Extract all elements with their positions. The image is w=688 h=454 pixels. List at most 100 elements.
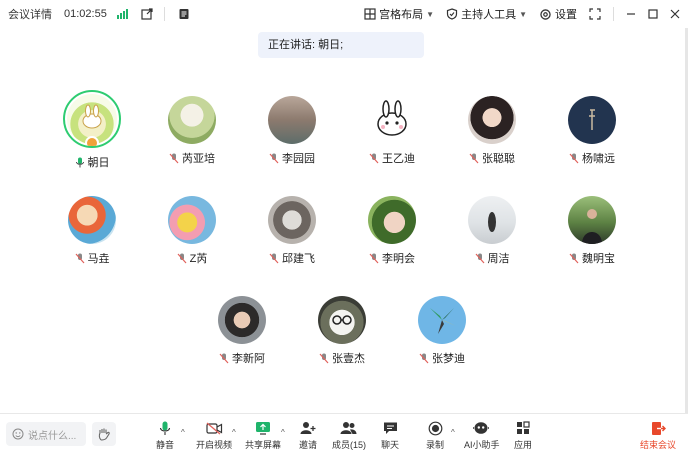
invite-button[interactable]: 邀请 [296,420,320,451]
avatar [268,96,316,144]
mute-label: 静音 [155,440,174,450]
fullscreen-icon[interactable] [589,8,601,20]
apps-button[interactable]: 应用 [512,420,534,451]
avatar [368,196,416,244]
mute-button[interactable]: 静音 [152,420,178,451]
avatar [318,296,366,344]
share-screen-icon [256,422,270,435]
share-link-icon[interactable] [140,7,154,21]
signal-icon[interactable] [116,9,128,19]
participant-tile[interactable]: 李明会 [342,196,442,266]
participant-name: 马垚 [87,253,110,265]
members-button[interactable]: 成员(15) [332,420,366,451]
avatar [168,196,216,244]
participant-tile[interactable]: 芮亚培 [142,96,242,166]
mic-muted-icon [569,253,579,263]
mic-muted-icon [269,153,279,163]
participant-name: 王乙迪 [382,153,415,165]
participant-name: 朝日 [87,157,110,169]
ai-assistant-icon [473,422,489,434]
participant-tile[interactable]: 张梦迪 [392,296,492,366]
mic-muted-icon [569,153,579,163]
participant-tile[interactable]: 张聪聪 [442,96,542,166]
participant-name: 芮亚培 [182,153,215,165]
host-tools-menu[interactable]: 主持人工具 ▼ [446,6,527,22]
invite-label: 邀请 [298,440,317,450]
avatar [218,296,266,344]
close-icon[interactable] [670,9,680,19]
participant-tile[interactable]: 魏明宝 [542,196,642,266]
participant-tile[interactable]: 马垚 [42,196,142,266]
mic-muted-icon [369,153,379,163]
notes-icon[interactable] [177,7,191,21]
add-user-icon [300,422,316,434]
chevron-up-icon[interactable]: ^ [232,428,236,437]
mic-muted-icon [75,253,84,263]
share-screen-label: 共享屏幕 [245,440,282,450]
layout-menu[interactable]: 宫格布局 ▼ [364,6,434,22]
host-badge-icon [85,136,99,146]
members-icon [340,422,356,434]
participant-name: 周洁 [487,253,510,265]
avatar [468,96,516,144]
settings-button[interactable]: 设置 [539,6,577,22]
apps-icon [517,421,530,434]
chevron-down-icon: ▼ [426,9,435,19]
avatar [568,196,616,244]
apps-label: 应用 [513,440,532,450]
minimize-icon[interactable] [626,9,636,19]
maximize-icon[interactable] [648,9,658,19]
mic-muted-icon [177,253,187,263]
video-button[interactable]: 开启视频 [196,420,232,451]
participant-name: 邱建飞 [282,253,315,265]
video-label: 开启视频 [196,440,233,450]
chat-label: 聊天 [380,440,399,450]
end-meeting-button[interactable]: 结束会议 [640,420,676,451]
chevron-up-icon[interactable]: ^ [451,428,455,437]
emoji-icon [12,428,24,440]
ai-assistant-button[interactable]: AI小助手 [464,420,500,451]
exit-icon [651,421,666,435]
top-bar: 会议详情 01:02:55 宫格布局 ▼ 主持人工具 ▼ 设置 [0,0,688,28]
participant-tile[interactable]: 周洁 [442,196,542,266]
avatar [368,96,416,144]
record-icon [428,421,442,435]
camera-off-icon [205,422,222,434]
participant-tile[interactable]: 邱建飞 [242,196,342,266]
mic-muted-icon [269,253,279,263]
grid-layout-icon [364,8,376,20]
participant-tile[interactable]: 李新阿 [192,296,292,366]
participant-name: 李新阿 [232,353,265,365]
record-button[interactable]: 录制 [424,420,446,451]
participant-tile[interactable]: 朝日 [42,90,142,170]
chevron-down-icon: ▼ [519,9,527,19]
meeting-info-link[interactable]: 会议详情 [8,6,52,22]
ai-assistant-label: AI小助手 [464,440,500,450]
chat-button[interactable]: 聊天 [378,420,402,451]
meeting-timer: 01:02:55 [64,8,107,20]
participant-tile[interactable]: 王乙迪 [342,96,442,166]
raise-hand-button[interactable] [92,422,116,446]
participant-tile[interactable]: Z芮 [142,196,242,266]
participant-tile[interactable]: 张壹杰 [292,296,392,366]
avatar [468,196,516,244]
chat-icon [383,422,397,434]
layout-label: 宫格布局 [379,9,424,21]
participant-name: 杨啸远 [582,153,615,165]
participant-tile[interactable]: 杨啸远 [542,96,642,166]
avatar [68,196,116,244]
chevron-up-icon[interactable]: ^ [181,428,185,437]
mic-muted-icon [469,153,479,163]
mic-muted-icon [219,353,229,363]
avatar [268,196,316,244]
host-tools-label: 主持人工具 [461,9,517,21]
chat-quick-input[interactable]: 说点什么... [6,422,86,446]
gear-icon [540,8,551,20]
mic-muted-icon [419,353,429,363]
chevron-up-icon[interactable]: ^ [281,428,285,437]
participant-tile[interactable]: 李园园 [242,96,342,166]
share-screen-button[interactable]: 共享屏幕 [245,420,281,451]
mic-on-icon [75,157,84,167]
hand-icon [98,428,110,441]
bottom-toolbar: 说点什么... 静音 ^ 开启视频 ^ 共享屏幕 ^ 邀请 成员(15) 聊天 … [0,413,688,454]
